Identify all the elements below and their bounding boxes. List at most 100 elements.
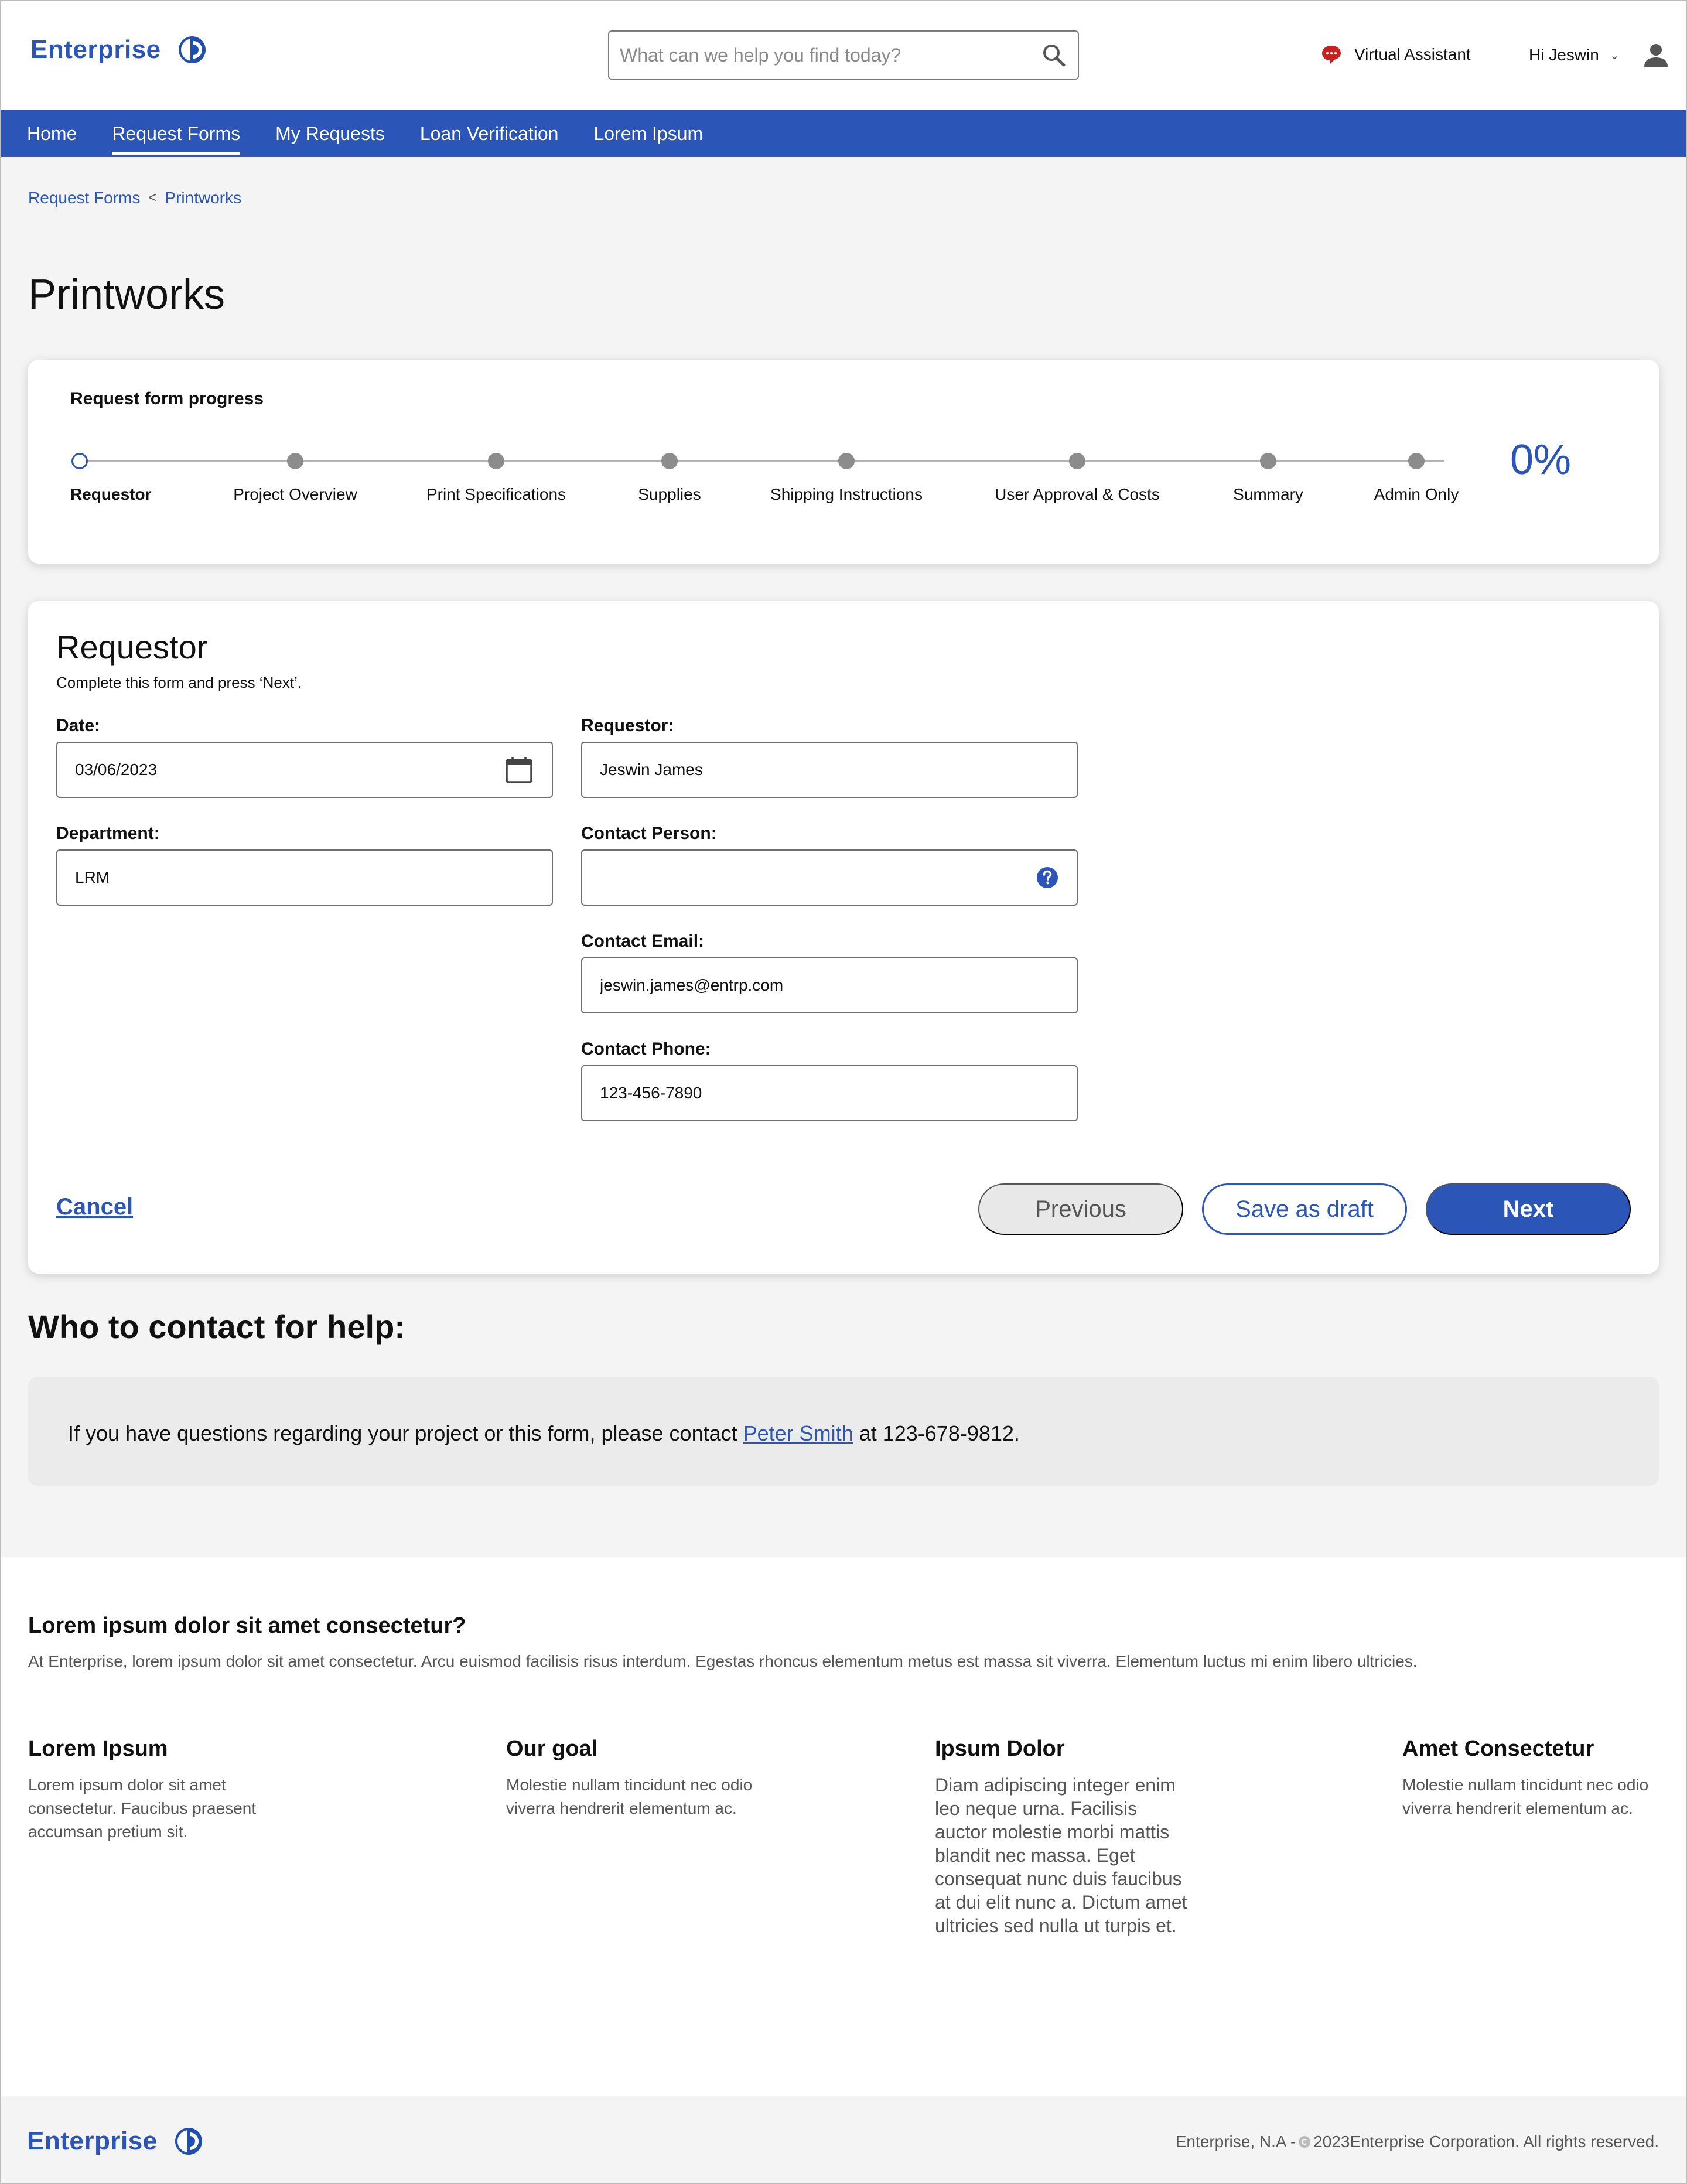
- step-dot-project-overview[interactable]: [287, 453, 303, 469]
- breadcrumb-separator: <: [148, 190, 157, 206]
- step-label-project-overview[interactable]: Project Overview: [233, 485, 357, 504]
- footer-column-text: Molestie nullam tincidunt nec odio viver…: [506, 1776, 753, 1817]
- breadcrumb-current[interactable]: Printworks: [165, 189, 241, 207]
- step-dot-summary[interactable]: [1260, 453, 1276, 469]
- main-nav: Home Request Forms My Requests Loan Veri…: [0, 110, 1687, 157]
- progress-percent: 0%: [1510, 436, 1572, 483]
- nav-item-loan-verification[interactable]: Loan Verification: [402, 110, 576, 157]
- contact-email-input-box[interactable]: [581, 957, 1078, 1013]
- step-label-supplies[interactable]: Supplies: [638, 485, 701, 504]
- footer-column-text: Diam adipiscing integer enim leo neque u…: [935, 1774, 1187, 1936]
- step-label-print-specifications[interactable]: Print Specifications: [426, 485, 566, 504]
- footer-column-text: Molestie nullam tincidunt nec odio viver…: [1402, 1776, 1649, 1817]
- breadcrumb-parent-link[interactable]: Request Forms: [28, 189, 140, 207]
- breadcrumb: Request Forms < Printworks: [28, 189, 241, 207]
- search-bar[interactable]: [608, 30, 1079, 80]
- copyright: Enterprise, N.A - 2023Enterprise Corpora…: [1176, 2132, 1659, 2151]
- nav-item-lorem-ipsum[interactable]: Lorem Ipsum: [576, 110, 720, 157]
- step-label-requestor[interactable]: Requestor: [70, 485, 151, 504]
- contact-email-label: Contact Email:: [581, 931, 705, 951]
- copyright-prefix: Enterprise, N.A -: [1175, 2132, 1296, 2151]
- virtual-assistant-button[interactable]: Virtual Assistant: [1320, 43, 1471, 66]
- footer-logo[interactable]: Enterprise: [27, 2127, 203, 2156]
- cancel-link[interactable]: Cancel: [56, 1194, 133, 1220]
- step-label-shipping-instructions[interactable]: Shipping Instructions: [770, 485, 923, 504]
- step-dot-user-approval-costs[interactable]: [1069, 453, 1085, 469]
- calendar-icon[interactable]: [504, 755, 534, 785]
- date-field: Date:: [56, 716, 553, 798]
- chat-bubble-icon: [1322, 46, 1341, 64]
- step-dot-supplies[interactable]: [661, 453, 678, 469]
- footer-column-text: Lorem ipsum dolor sit amet consectetur. …: [28, 1776, 257, 1841]
- step-dot-requestor[interactable]: [71, 453, 88, 469]
- footer-question: Lorem ipsum dolor sit amet consectetur?: [28, 1613, 466, 1638]
- logo-mark-icon: [175, 2128, 202, 2155]
- brand-name: Enterprise: [30, 35, 161, 64]
- footer-brand-name: Enterprise: [27, 2127, 158, 2155]
- contact-name-link[interactable]: Peter Smith: [743, 1421, 853, 1445]
- help-box: If you have questions regarding your pro…: [28, 1377, 1659, 1486]
- page-title: Printworks: [28, 271, 226, 318]
- contact-phone-field: Contact Phone:: [581, 1039, 1078, 1121]
- user-greeting: Hi Jeswin: [1529, 46, 1599, 64]
- help-text-after: at 123-678-9812.: [853, 1421, 1020, 1445]
- date-input[interactable]: [75, 760, 504, 779]
- search-input[interactable]: [609, 32, 1040, 79]
- step-dot-print-specifications[interactable]: [488, 453, 504, 469]
- step-dot-admin-only[interactable]: [1408, 453, 1425, 469]
- user-icon[interactable]: [1642, 41, 1670, 69]
- department-label: Department:: [56, 824, 160, 843]
- contact-phone-label: Contact Phone:: [581, 1039, 711, 1059]
- step-label-user-approval-costs[interactable]: User Approval & Costs: [995, 485, 1160, 504]
- requestor-form-card: Requestor Complete this form and press ‘…: [28, 601, 1659, 1274]
- footer-column-title: Amet Consectetur: [1402, 1736, 1594, 1761]
- contact-phone-input-box[interactable]: [581, 1065, 1078, 1121]
- requestor-field: Requestor:: [581, 716, 1078, 798]
- user-menu[interactable]: Hi Jeswin ⌄: [1529, 41, 1670, 69]
- progress-card: Request form progress Requestor Project …: [28, 360, 1659, 564]
- brand-logo[interactable]: Enterprise: [30, 35, 207, 64]
- nav-item-home[interactable]: Home: [0, 110, 94, 157]
- save-draft-button[interactable]: Save as draft: [1202, 1183, 1407, 1235]
- department-field: Department:: [56, 824, 553, 906]
- date-input-box[interactable]: [56, 742, 553, 798]
- contact-person-field: Contact Person:: [581, 824, 1078, 906]
- footer-column-title: Lorem Ipsum: [28, 1736, 168, 1761]
- footer-column: Amet Consectetur Molestie nullam tincidu…: [1402, 1736, 1648, 1820]
- requestor-input[interactable]: [600, 760, 1059, 779]
- chevron-down-icon: ⌄: [1609, 49, 1620, 62]
- department-input-box[interactable]: [56, 849, 553, 906]
- step-label-admin-only[interactable]: Admin Only: [1374, 485, 1459, 504]
- copyright-suffix: 2023Enterprise Corporation. All rights r…: [1313, 2132, 1659, 2151]
- logo-mark-icon: [178, 36, 206, 63]
- form-subtitle: Complete this form and press ‘Next’.: [56, 674, 302, 691]
- requestor-label: Requestor:: [581, 716, 674, 735]
- contact-phone-input[interactable]: [600, 1084, 1059, 1103]
- progress-track: [80, 460, 1444, 462]
- footer-bar: Enterprise Enterprise, N.A - 2023Enterpr…: [0, 2096, 1687, 2184]
- requestor-input-box[interactable]: [581, 742, 1078, 798]
- previous-button[interactable]: Previous: [978, 1183, 1183, 1235]
- footer-column: Lorem Ipsum Lorem ipsum dolor sit amet c…: [28, 1736, 256, 1844]
- contact-email-field: Contact Email:: [581, 931, 1078, 1013]
- contact-email-input[interactable]: [600, 976, 1059, 995]
- help-text-before: If you have questions regarding your pro…: [68, 1421, 743, 1445]
- date-label: Date:: [56, 716, 101, 735]
- search-icon[interactable]: [1040, 42, 1067, 69]
- step-dot-shipping-instructions[interactable]: [838, 453, 855, 469]
- next-button[interactable]: Next: [1426, 1183, 1631, 1235]
- footer-description: At Enterprise, lorem ipsum dolor sit ame…: [28, 1652, 1418, 1670]
- help-title: Who to contact for help:: [28, 1308, 405, 1345]
- virtual-assistant-label: Virtual Assistant: [1354, 45, 1471, 63]
- copyright-icon: [1299, 2136, 1311, 2148]
- department-input[interactable]: [75, 868, 534, 887]
- help-circle-icon[interactable]: [1036, 866, 1059, 889]
- footer-column: Our goal Molestie nullam tincidunt nec o…: [506, 1736, 752, 1820]
- footer-column-title: Ipsum Dolor: [935, 1736, 1065, 1761]
- contact-person-input-box[interactable]: [581, 849, 1078, 906]
- header: Enterprise Virtual Assistant Hi Jeswin ⌄: [0, 0, 1687, 110]
- step-label-summary[interactable]: Summary: [1233, 485, 1303, 504]
- nav-item-request-forms[interactable]: Request Forms: [94, 110, 258, 157]
- nav-item-my-requests[interactable]: My Requests: [258, 110, 402, 157]
- contact-person-input[interactable]: [600, 868, 1036, 887]
